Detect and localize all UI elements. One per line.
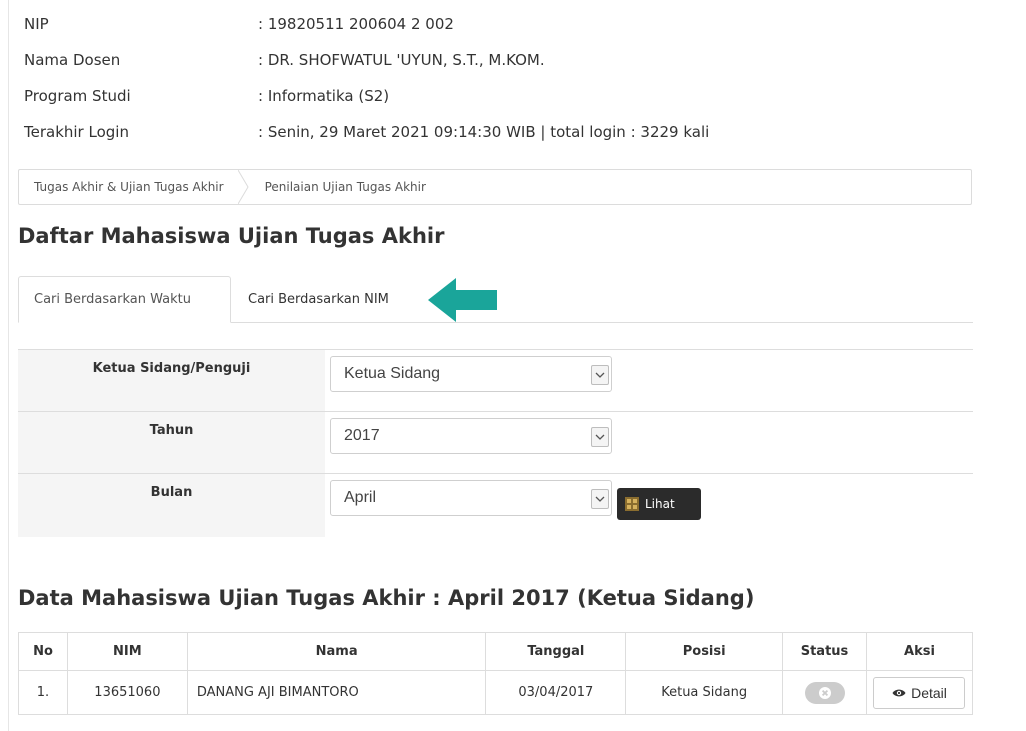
bulan-select-value: April: [344, 489, 377, 506]
search-form: Ketua Sidang/Penguji Ketua Sidang Tahun …: [18, 349, 973, 537]
tahun-label: Tahun: [18, 412, 325, 473]
info-row-program-studi: Program Studi : Informatika (S2): [24, 85, 709, 121]
pattern-icon: [625, 497, 639, 511]
close-icon: [818, 686, 831, 699]
tab-cari-waktu[interactable]: Cari Berdasarkan Waktu: [18, 276, 231, 323]
tahun-select-value: 2017: [344, 427, 380, 444]
left-border: [8, 0, 9, 731]
info-value: : Informatika (S2): [258, 87, 390, 105]
column-header: Nama: [186, 632, 487, 671]
info-row-terakhir-login: Terakhir Login : Senin, 29 Maret 2021 09…: [24, 121, 709, 157]
ketua-select-value: Ketua Sidang: [344, 365, 441, 382]
ketua-label: Ketua Sidang/Penguji: [18, 350, 325, 411]
cell-tanggal: 03/04/2017: [485, 670, 627, 715]
chevron-down-icon[interactable]: [591, 489, 609, 509]
ketua-select[interactable]: Ketua Sidang: [330, 356, 612, 392]
eye-icon: [892, 689, 906, 696]
bulan-label: Bulan: [18, 474, 325, 537]
column-header: Aksi: [865, 632, 974, 671]
results-table: No NIM Nama Tanggal Posisi Status Aksi 1…: [18, 632, 974, 715]
info-value: : 19820511 200604 2 002: [258, 15, 454, 33]
cell-status: [782, 670, 867, 715]
page-title: Daftar Mahasiswa Ujian Tugas Akhir: [18, 224, 445, 248]
form-row-tahun: Tahun 2017: [18, 411, 973, 473]
column-header: NIM: [66, 632, 188, 671]
info-label: NIP: [24, 15, 49, 33]
cell-nama: DANANG AJI BIMANTORO: [186, 670, 487, 715]
breadcrumb: Tugas Akhir & Ujian Tugas Akhir Penilaia…: [18, 169, 972, 205]
lihat-button[interactable]: Lihat: [617, 488, 701, 520]
column-header: Posisi: [625, 632, 784, 671]
cell-nim: 13651060: [66, 670, 188, 715]
table-row: 1. 13651060 DANANG AJI BIMANTORO 03/04/2…: [18, 670, 974, 715]
lihat-label: Lihat: [645, 497, 675, 511]
tahun-select[interactable]: 2017: [330, 418, 612, 454]
column-header: Status: [782, 632, 867, 671]
info-label: Program Studi: [24, 87, 131, 105]
column-header: Tanggal: [485, 632, 627, 671]
bulan-select[interactable]: April: [330, 480, 612, 516]
table-header-row: No NIM Nama Tanggal Posisi Status Aksi: [18, 632, 974, 671]
info-label: Nama Dosen: [24, 51, 121, 69]
cell-aksi: Detail: [865, 670, 974, 715]
form-row-bulan: Bulan April Lihat: [18, 473, 973, 537]
lecturer-info: NIP : 19820511 200604 2 002 Nama Dosen :…: [24, 13, 709, 157]
form-row-ketua: Ketua Sidang/Penguji Ketua Sidang: [18, 349, 973, 411]
data-title: Data Mahasiswa Ujian Tugas Akhir : April…: [18, 586, 755, 610]
detail-button[interactable]: Detail: [873, 676, 966, 709]
info-row-nip: NIP : 19820511 200604 2 002: [24, 13, 709, 49]
breadcrumb-separator-icon: [237, 170, 250, 204]
detail-label: Detail: [911, 684, 947, 701]
breadcrumb-item-penilaian[interactable]: Penilaian Ujian Tugas Akhir: [250, 170, 434, 204]
chevron-down-icon[interactable]: [591, 365, 609, 385]
info-value: : Senin, 29 Maret 2021 09:14:30 WIB | to…: [258, 123, 710, 141]
status-badge: [804, 681, 845, 704]
info-row-nama-dosen: Nama Dosen : DR. SHOFWATUL 'UYUN, S.T., …: [24, 49, 709, 85]
chevron-down-icon[interactable]: [591, 427, 609, 447]
arrow-left-icon: [428, 278, 497, 322]
breadcrumb-item-tugas-akhir[interactable]: Tugas Akhir & Ujian Tugas Akhir: [19, 170, 238, 204]
cell-posisi: Ketua Sidang: [625, 670, 784, 715]
column-header: No: [18, 632, 68, 671]
cell-no: 1.: [18, 670, 68, 715]
info-value: : DR. SHOFWATUL 'UYUN, S.T., M.KOM.: [258, 51, 545, 69]
info-label: Terakhir Login: [24, 123, 129, 141]
tab-cari-nim[interactable]: Cari Berdasarkan NIM: [233, 276, 404, 323]
